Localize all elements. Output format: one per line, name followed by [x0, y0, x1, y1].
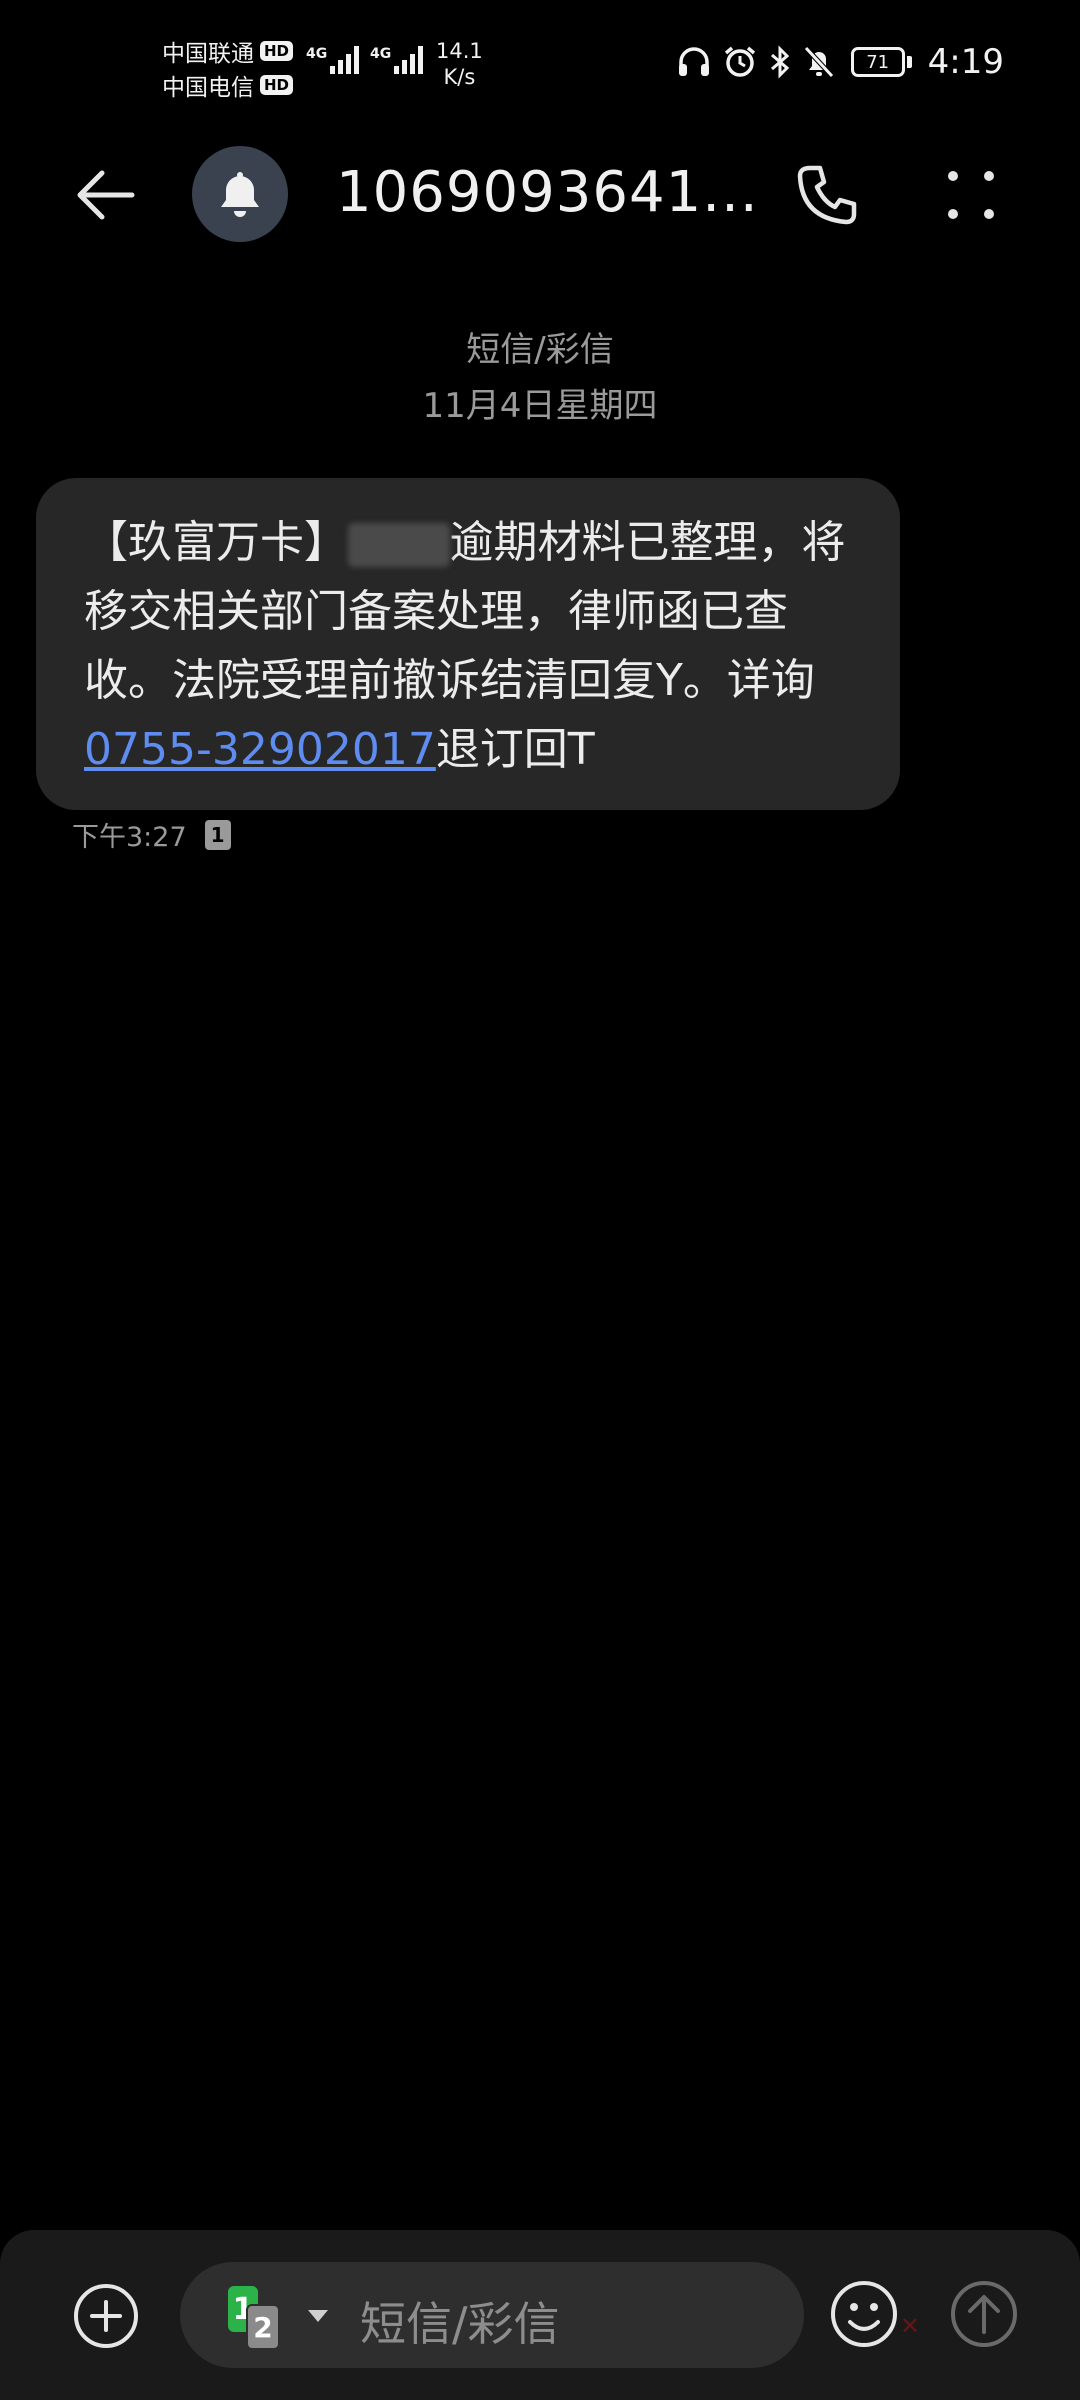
bluetooth-icon — [770, 45, 789, 79]
conversation-title[interactable]: 1069093641... — [336, 160, 759, 225]
signal-strength-icon: 4G — [370, 46, 426, 74]
hd-badge: HD — [260, 41, 294, 61]
network-speed: 14.1 K/s — [436, 39, 483, 89]
carrier-1: 中国联通 — [162, 41, 254, 67]
avatar[interactable] — [192, 146, 288, 242]
sim-badge: 1 — [204, 819, 231, 850]
arrow-up-circle-icon — [951, 2281, 1017, 2347]
status-bar: 中国联通 HD 中国电信 HD 4G 4G 14.1 K/s 71 4:19 — [0, 0, 1080, 130]
call-button[interactable] — [792, 160, 862, 230]
message-text: 退订回T — [435, 724, 595, 775]
redacted-name: ███ — [348, 523, 450, 567]
more-dots-icon — [948, 171, 994, 219]
message-meta: 下午3:27 1 — [72, 815, 231, 854]
mute-bell-icon — [803, 46, 834, 78]
sms-conversation-screen: 中国联通 HD 中国电信 HD 4G 4G 14.1 K/s 71 4:19 1… — [0, 0, 1080, 2400]
back-button[interactable] — [70, 160, 140, 230]
phone-number-link[interactable]: 0755-32902017 — [84, 724, 436, 775]
chevron-down-icon[interactable] — [308, 2310, 328, 2322]
date-label: 11月4日星期四 — [422, 386, 658, 426]
watermark-logo: ✕ — [900, 2312, 921, 2340]
hd-badge: HD — [260, 75, 294, 95]
message-input[interactable]: 1 2 短信/彩信 — [180, 2262, 804, 2368]
send-button[interactable] — [948, 2278, 1020, 2350]
sim-selector[interactable]: 1 2 — [228, 2282, 320, 2350]
message-bubble[interactable]: 【玖富万卡】███ 逾期材料已整理，将移交相关部门备案处理，律师函已查收。法院受… — [36, 478, 900, 810]
smiley-icon — [831, 2281, 897, 2347]
message-time: 下午3:27 — [72, 822, 187, 853]
add-attachment-button[interactable] — [72, 2282, 140, 2350]
battery-level: 71 — [850, 47, 905, 77]
carrier-2: 中国电信 — [162, 75, 254, 101]
arrow-left-icon — [77, 170, 135, 220]
clock: 4:19 — [927, 42, 1004, 82]
headphones-icon — [678, 47, 709, 76]
bell-icon — [221, 172, 259, 217]
emoji-button[interactable] — [828, 2278, 900, 2350]
message-input-placeholder: 短信/彩信 — [360, 2297, 560, 2351]
carriers: 中国联通 HD 中国电信 HD — [162, 34, 294, 102]
battery-indicator: 71 — [850, 47, 912, 77]
message-composer: 1 2 短信/彩信 ✕ — [0, 2230, 1080, 2400]
alarm-icon — [724, 46, 755, 77]
phone-icon — [797, 165, 857, 225]
status-icons: 71 4:19 — [665, 42, 1004, 82]
more-options-button[interactable] — [936, 158, 1006, 232]
signal-strength-icon: 4G — [306, 46, 362, 74]
plus-circle-icon — [74, 2284, 138, 2348]
message-text: 【玖富万卡】 — [84, 517, 348, 568]
conversation-date-header: 短信/彩信 11月4日星期四 — [0, 322, 1080, 434]
conversation-header: 1069093641... — [0, 130, 1080, 260]
channel-label: 短信/彩信 — [466, 330, 614, 370]
sim-2-badge: 2 — [246, 2304, 280, 2350]
